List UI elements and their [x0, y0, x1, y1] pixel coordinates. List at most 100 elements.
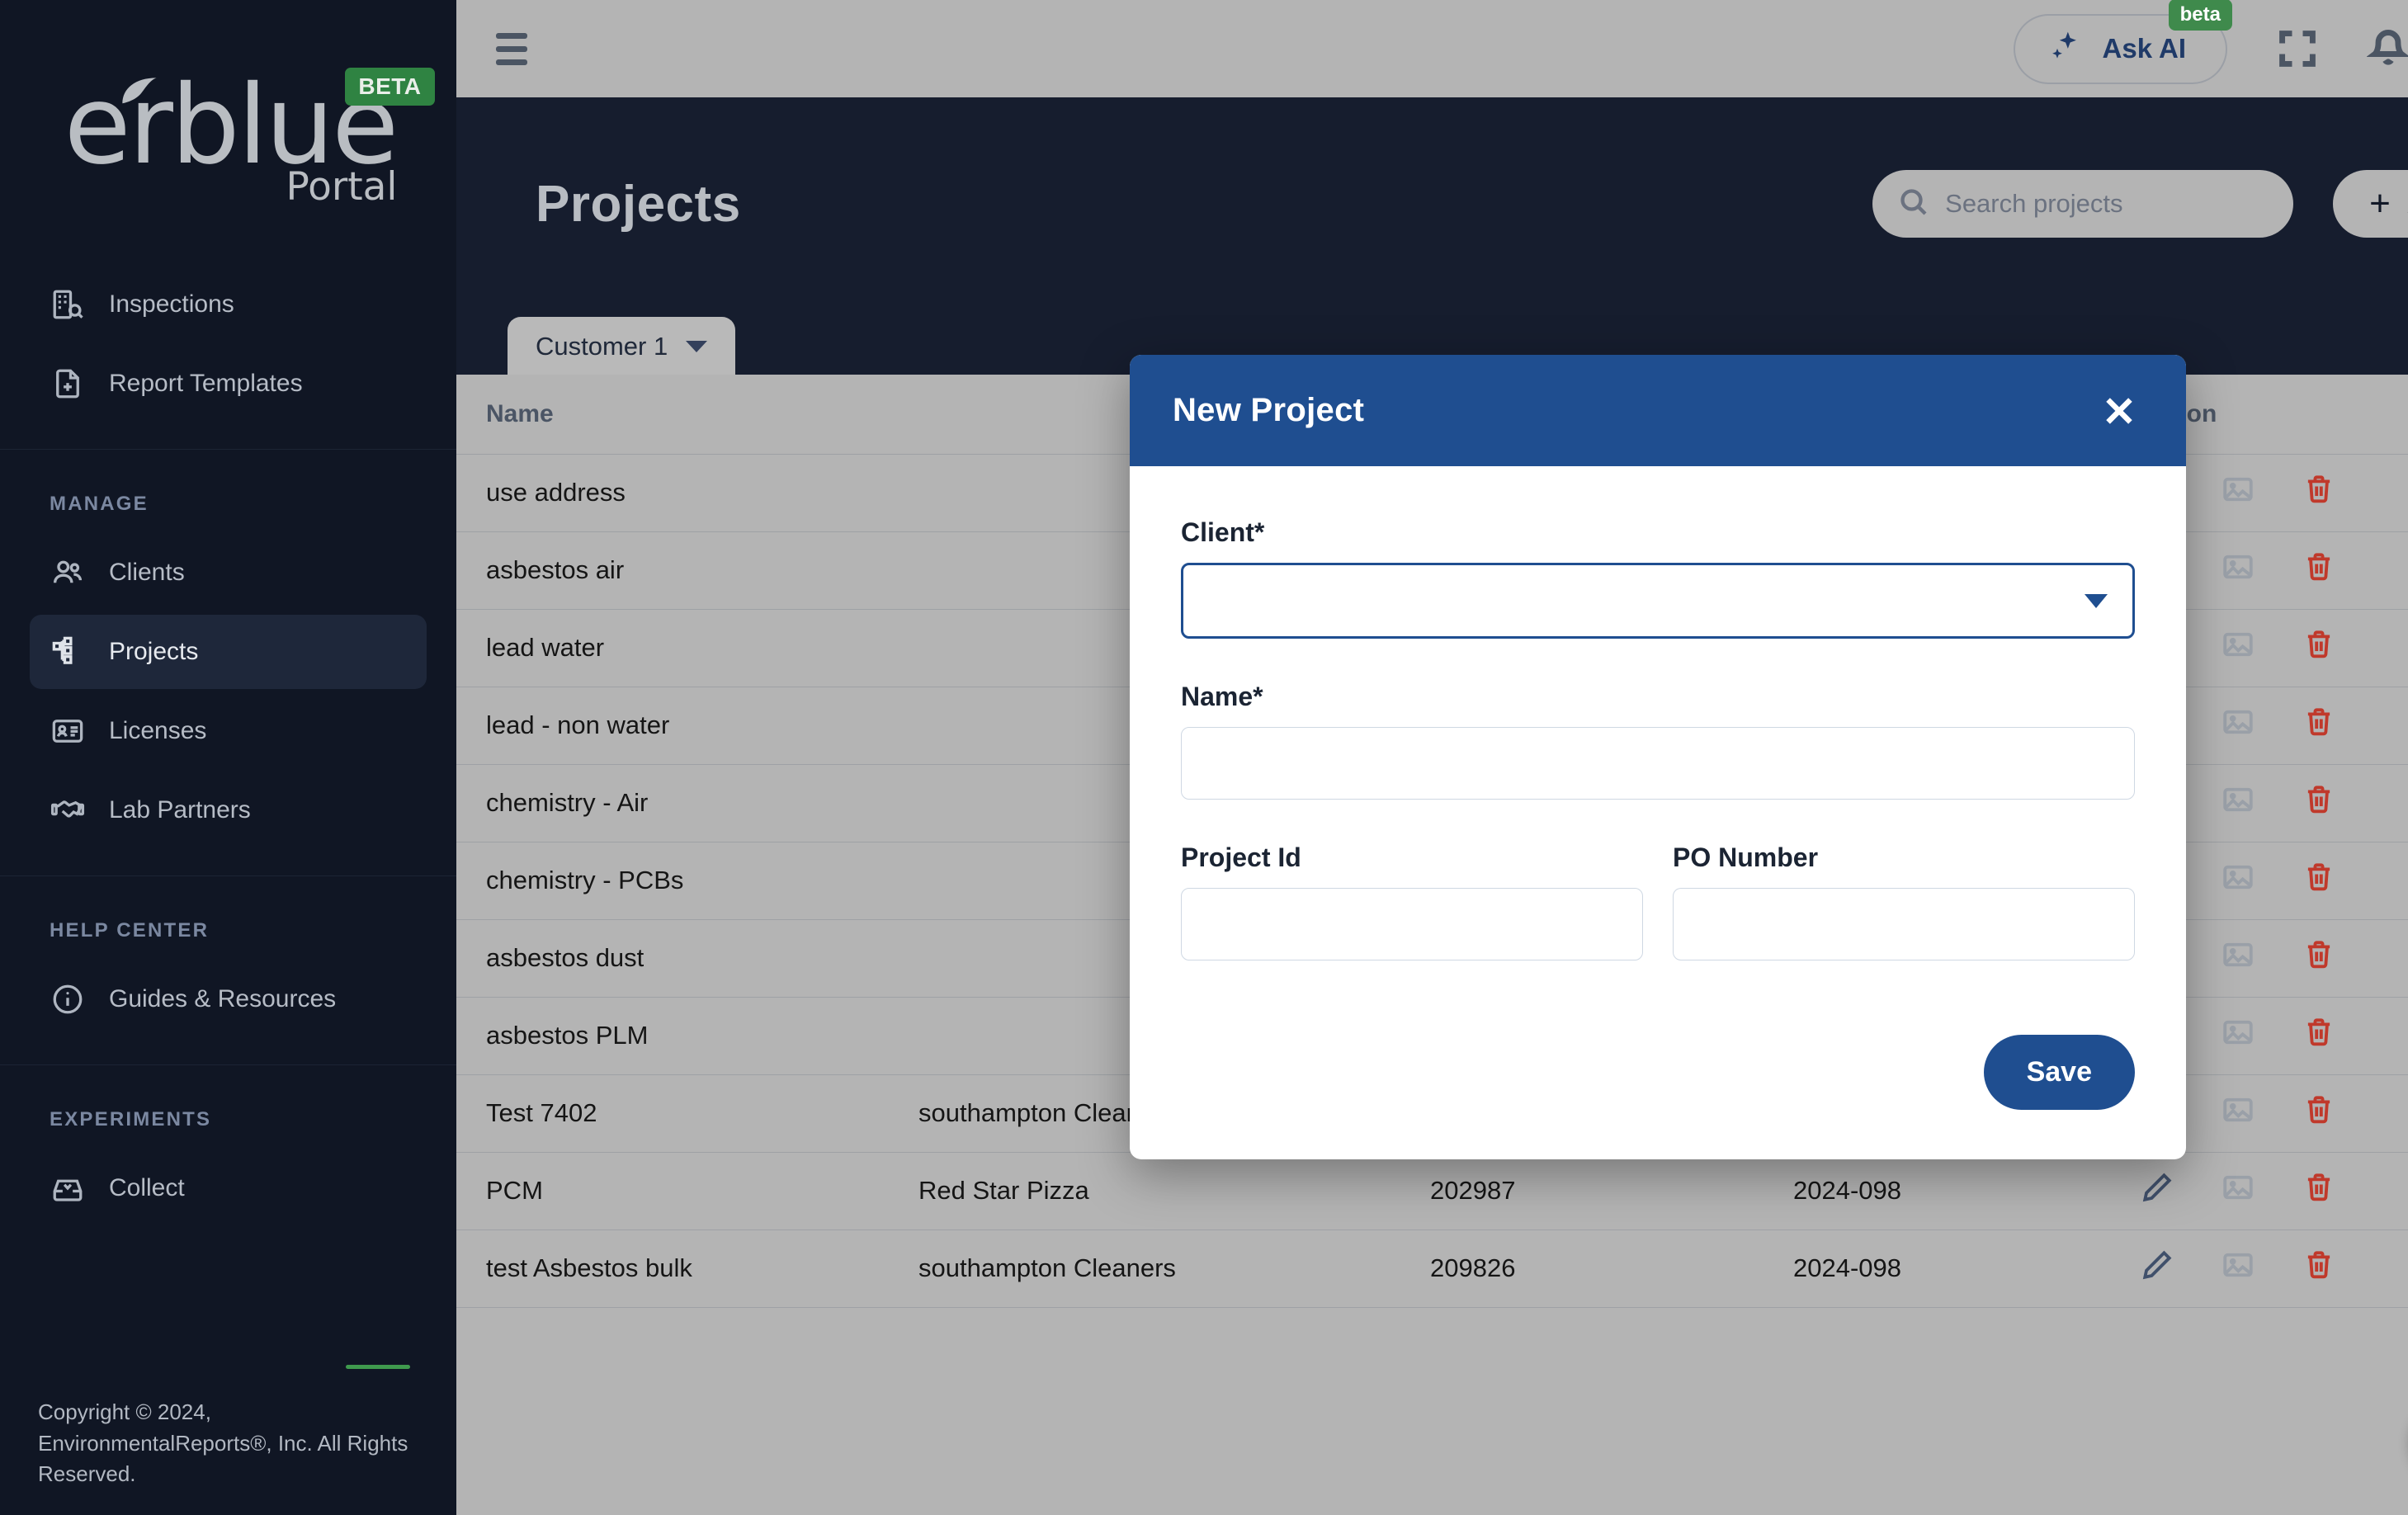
save-button[interactable]: Save [1983, 1035, 2135, 1110]
name-input[interactable] [1181, 727, 2135, 800]
sidebar-item-label: Clients [109, 559, 185, 586]
search-icon [1897, 186, 1930, 223]
sidebar-item-label: Collect [109, 1174, 185, 1201]
delete-icon[interactable] [2302, 705, 2336, 746]
delete-icon[interactable] [2302, 627, 2336, 668]
sidebar-item-report-templates[interactable]: Report Templates [30, 347, 427, 421]
cell-name: Test 7402 [456, 1074, 918, 1153]
sidebar-item-guides-resources[interactable]: Guides & Resources [30, 962, 427, 1036]
sidebar: erblue Portal BETA Inspections Report Te… [0, 0, 456, 1515]
sitemap-icon [50, 634, 86, 670]
close-icon[interactable] [2095, 387, 2143, 435]
image-icon[interactable] [2221, 860, 2255, 901]
expand-icon[interactable] [2272, 23, 2323, 74]
delete-icon[interactable] [2302, 1170, 2336, 1211]
cell-action [2140, 1152, 2408, 1230]
delete-icon[interactable] [2302, 860, 2336, 901]
hamburger-icon[interactable] [496, 26, 542, 72]
edit-icon[interactable] [2140, 1248, 2174, 1289]
chevron-down-icon [686, 341, 708, 352]
image-icon[interactable] [2221, 705, 2255, 746]
cell-action [2140, 1229, 2408, 1308]
table-row[interactable]: PCM Red Star Pizza 202987 2024-098 [456, 1152, 2408, 1230]
field-label-name: Name* [1181, 682, 2135, 712]
image-icon[interactable] [2221, 782, 2255, 824]
field-name: Name* [1181, 682, 2135, 800]
row-actions [2140, 1248, 2408, 1289]
sidebar-item-label: Lab Partners [109, 796, 251, 824]
sidebar-item-label: Inspections [109, 290, 234, 318]
delete-icon[interactable] [2302, 782, 2336, 824]
id-card-icon [50, 713, 86, 749]
image-icon[interactable] [2221, 1015, 2255, 1056]
image-icon[interactable] [2221, 627, 2255, 668]
field-label-po-number: PO Number [1673, 842, 1819, 872]
po-number-input[interactable] [1673, 888, 2135, 960]
app-logo[interactable]: erblue Portal BETA [0, 0, 456, 262]
tab-customer-1[interactable]: Customer 1 [508, 317, 736, 375]
cell-client: Red Star Pizza [918, 1152, 1430, 1230]
image-icon[interactable] [2221, 1248, 2255, 1289]
dropdown-triangle-icon [2085, 593, 2108, 608]
sidebar-item-label: Projects [109, 638, 199, 665]
image-icon[interactable] [2221, 937, 2255, 979]
field-label-client-text: Client [1181, 517, 1254, 547]
sidebar-item-label: Guides & Resources [109, 985, 337, 1012]
project-id-input[interactable] [1181, 888, 1643, 960]
field-po-number: PO Number [1673, 842, 2135, 960]
tab-label: Customer 1 [536, 332, 668, 361]
delete-icon[interactable] [2302, 1093, 2336, 1134]
image-icon[interactable] [2221, 550, 2255, 591]
delete-icon[interactable] [2302, 1015, 2336, 1056]
column-header-name[interactable]: Name [456, 375, 918, 455]
field-label-name-text: Name [1181, 682, 1254, 711]
image-icon[interactable] [2221, 1093, 2255, 1134]
modal-body: Client* Name* Project Id PO Number [1130, 466, 2186, 1025]
app-root: erblue Portal BETA Inspections Report Te… [0, 0, 2408, 1515]
field-label-project-id: Project Id [1181, 842, 1301, 872]
cell-project-id: 2024-098 [1793, 1152, 2140, 1230]
sidebar-section-label-experiments: EXPERIMENTS [50, 1108, 212, 1130]
delete-icon[interactable] [2302, 1248, 2336, 1289]
search-input-wrapper[interactable] [1872, 170, 2294, 238]
delete-icon[interactable] [2302, 937, 2336, 979]
cell-name: use address [456, 454, 918, 532]
cell-client: southampton Cleaners [918, 1229, 1430, 1308]
ask-ai-label: Ask AI [2102, 33, 2186, 64]
delete-icon[interactable] [2302, 472, 2336, 513]
sidebar-item-clients[interactable]: Clients [30, 536, 427, 610]
sparkles-icon [2048, 29, 2085, 69]
sidebar-section-label-manage: MANAGE [50, 493, 149, 515]
field-row: Project Id PO Number [1181, 842, 2135, 1003]
new-project-modal: New Project Client* Name* Project Id PO … [1130, 355, 2186, 1159]
field-project-id: Project Id [1181, 842, 1643, 960]
cell-name: PCM [456, 1152, 918, 1230]
image-icon[interactable] [2221, 472, 2255, 513]
page-title: Projects [536, 175, 741, 233]
client-select[interactable] [1181, 563, 2135, 639]
sidebar-item-label: Report Templates [109, 370, 303, 397]
sidebar-item-lab-partners[interactable]: Lab Partners [30, 773, 427, 847]
field-label-client: Client* [1181, 517, 2135, 548]
modal-title: New Project [1173, 392, 1365, 428]
sidebar-item-label: Licenses [109, 717, 207, 744]
cell-name: test Asbestos bulk [456, 1229, 918, 1308]
cell-name: asbestos PLM [456, 997, 918, 1075]
sidebar-item-licenses[interactable]: Licenses [30, 694, 427, 768]
add-button[interactable]: + Add [2333, 170, 2408, 238]
edit-icon[interactable] [2140, 1170, 2174, 1211]
sidebar-item-inspections[interactable]: Inspections [30, 267, 427, 342]
bell-icon[interactable] [2363, 23, 2408, 74]
leaf-icon [114, 69, 165, 125]
cell-name: lead - non water [456, 687, 918, 765]
sidebar-item-projects[interactable]: Projects [30, 615, 427, 689]
search-input[interactable] [1945, 189, 2269, 219]
sidebar-item-collect[interactable]: Collect [30, 1151, 427, 1225]
table-row[interactable]: test Asbestos bulk southampton Cleaners 20… [456, 1229, 2408, 1308]
image-icon[interactable] [2221, 1170, 2255, 1211]
beta-badge: BETA [345, 68, 435, 106]
cell-project-id-2: 209826 [1430, 1229, 1793, 1308]
delete-icon[interactable] [2302, 550, 2336, 591]
cell-name: chemistry - Air [456, 764, 918, 842]
